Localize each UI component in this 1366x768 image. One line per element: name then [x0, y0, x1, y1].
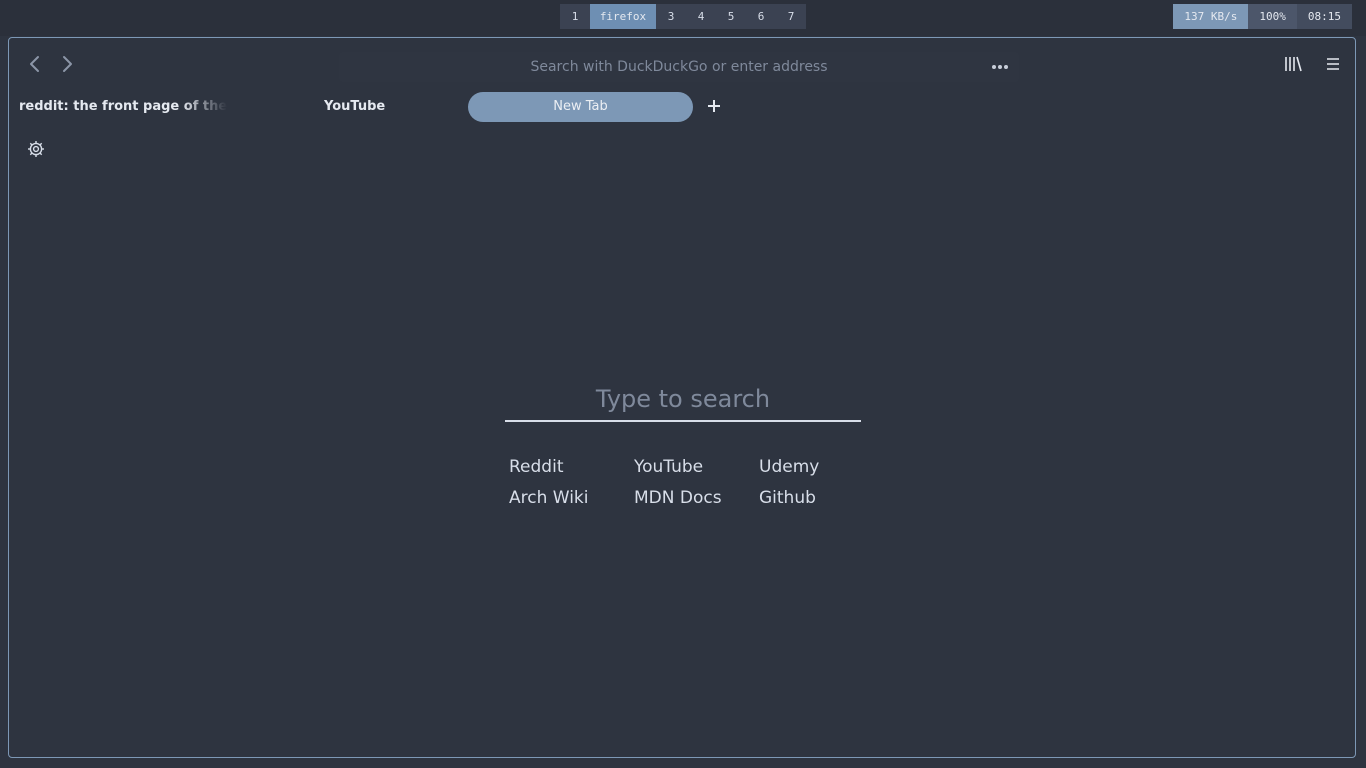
link-arch-wiki[interactable]: Arch Wiki	[509, 487, 634, 509]
tab-label: reddit: the front page of the internet	[19, 99, 227, 114]
menu-button[interactable]	[1321, 52, 1345, 76]
status-area: 137 KB/s 100% 08:15	[1173, 4, 1352, 29]
workspace-5[interactable]: 5	[716, 4, 746, 29]
tab-reddit[interactable]: reddit: the front page of the internet	[19, 92, 227, 122]
link-github[interactable]: Github	[759, 487, 884, 509]
forward-button[interactable]	[56, 52, 78, 76]
more-horizontal-icon	[992, 65, 1008, 69]
gear-icon	[28, 141, 44, 157]
link-youtube[interactable]: YouTube	[634, 456, 759, 478]
new-tab-button[interactable]	[704, 96, 724, 116]
library-button[interactable]	[1281, 52, 1305, 76]
tab-new-tab[interactable]: New Tab	[468, 92, 693, 122]
clock: 08:15	[1296, 4, 1352, 29]
browser-window: reddit: the front page of the internet Y…	[8, 37, 1356, 758]
workspace-6[interactable]: 6	[746, 4, 776, 29]
workspace-4[interactable]: 4	[686, 4, 716, 29]
workspace-1[interactable]: 1	[560, 4, 590, 29]
chevron-left-icon	[30, 56, 39, 72]
url-input[interactable]	[339, 52, 999, 82]
address-bar	[339, 52, 1019, 82]
back-button[interactable]	[24, 52, 46, 76]
workspace-3[interactable]: 3	[656, 4, 686, 29]
settings-button[interactable]	[26, 139, 46, 159]
hamburger-menu-icon	[1327, 58, 1339, 70]
workspace-firefox[interactable]: firefox	[590, 4, 656, 29]
link-udemy[interactable]: Udemy	[759, 456, 884, 478]
tab-label: YouTube	[324, 99, 386, 114]
network-speed: 137 KB/s	[1173, 4, 1249, 29]
workspace-7[interactable]: 7	[776, 4, 806, 29]
link-reddit[interactable]: Reddit	[509, 456, 634, 478]
battery-level: 100%	[1248, 4, 1297, 29]
link-mdn-docs[interactable]: MDN Docs	[634, 487, 759, 509]
plus-icon	[708, 100, 720, 112]
newtab-search	[505, 378, 861, 422]
search-input[interactable]	[505, 378, 861, 422]
system-bar: 1 firefox 3 4 5 6 7 137 KB/s 100% 08:15	[0, 0, 1366, 36]
tab-label: New Tab	[553, 99, 608, 114]
page-actions-button[interactable]	[989, 58, 1011, 76]
library-icon	[1285, 56, 1302, 72]
workspace-switcher: 1 firefox 3 4 5 6 7	[560, 4, 806, 29]
quick-links: Reddit YouTube Udemy Arch Wiki MDN Docs …	[509, 456, 889, 509]
chevron-right-icon	[63, 56, 72, 72]
tab-youtube[interactable]: YouTube	[324, 92, 464, 122]
